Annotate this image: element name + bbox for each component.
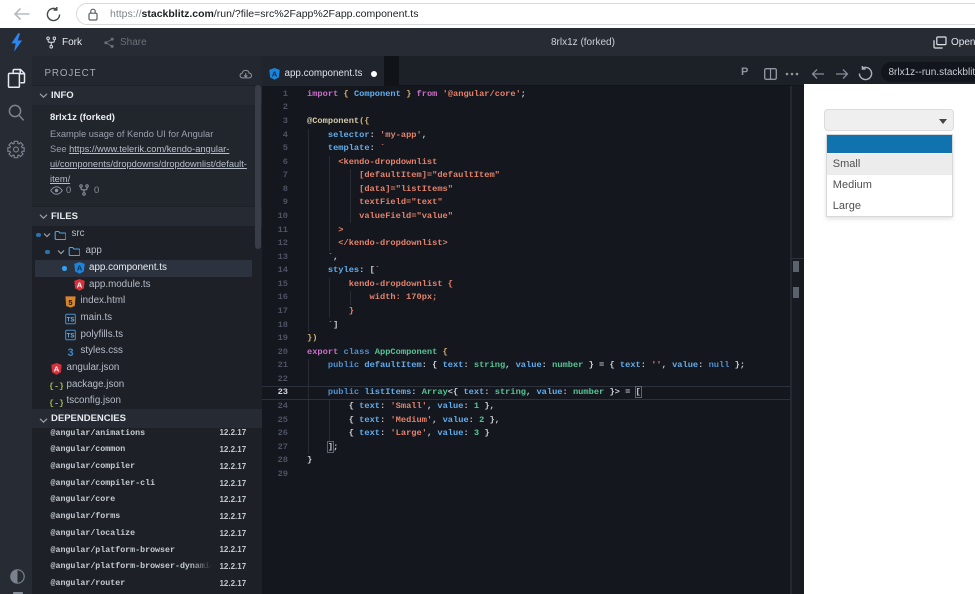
svg-text:{-}: {-}: [50, 382, 63, 392]
svg-text:A: A: [54, 364, 60, 373]
svg-text:3: 3: [67, 347, 73, 358]
svg-text:TS: TS: [67, 334, 75, 340]
svg-text:{-}: {-}: [50, 398, 63, 408]
svg-text:A: A: [77, 281, 83, 290]
svg-text:TS: TS: [67, 317, 75, 323]
svg-text:A: A: [272, 69, 278, 78]
svg-text:5: 5: [68, 298, 72, 307]
svg-text:A: A: [77, 264, 83, 273]
